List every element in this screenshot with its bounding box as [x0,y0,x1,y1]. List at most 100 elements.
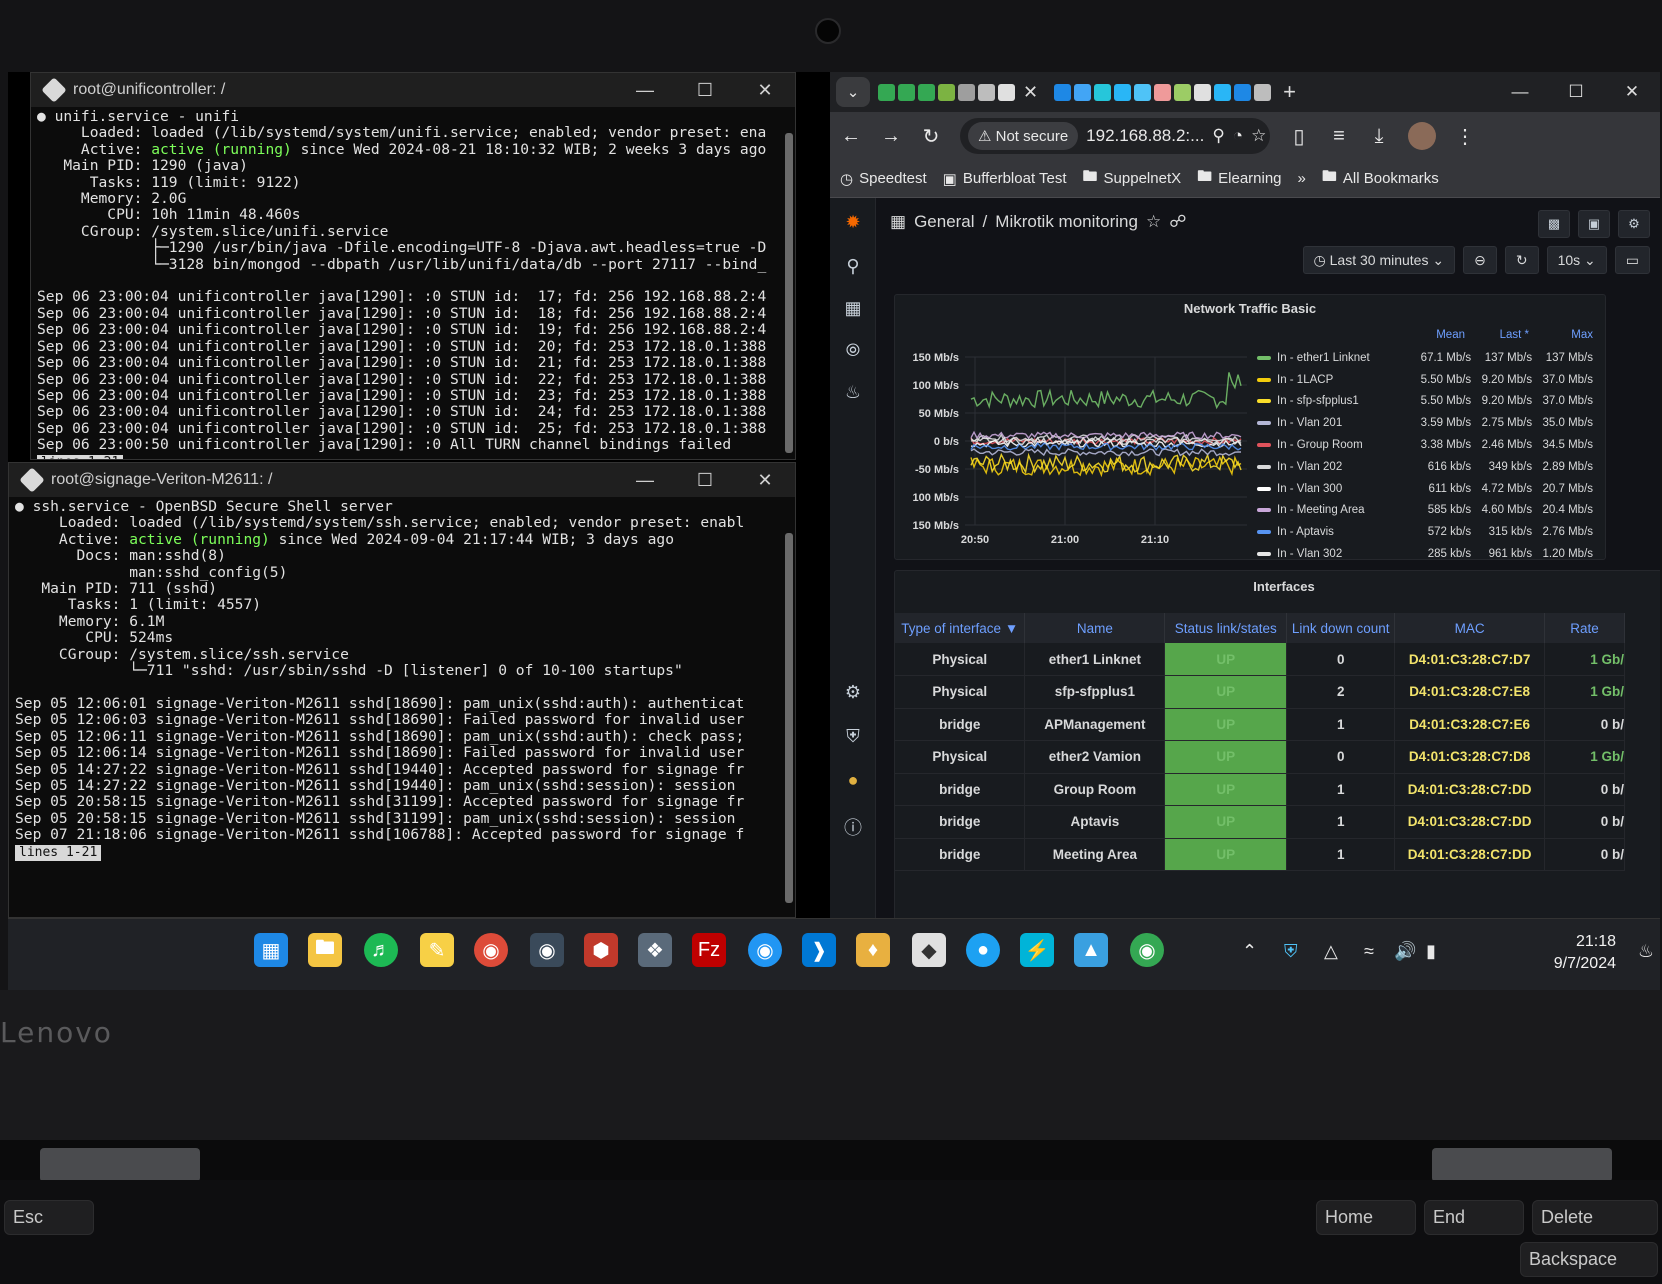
legend-item[interactable]: In - ether1 Linknet 67.1 Mb/s 137 Mb/s 137 … [1257,347,1593,369]
breadcrumb-folder[interactable]: General [914,212,974,232]
col-link-down[interactable]: Link down count [1286,613,1396,643]
vscode-icon[interactable]: ❱ [802,933,836,967]
scrollbar[interactable] [785,133,793,453]
menu-icon[interactable]: ⋮ [1454,124,1476,149]
legend-item[interactable]: In - Vlan 300 611 kb/s 4.72 Mb/s 20.7 Mb/s [1257,478,1593,500]
terminal-output[interactable]: ● ssh.service - OpenBSD Secure Shell ser… [9,497,795,863]
volume-icon[interactable]: 🔊 [1394,941,1416,962]
table-row[interactable]: bridge APManagement UP 1 D4:01:C3:28:C7:E6 0 … [895,708,1625,741]
tab-favicon-icon[interactable] [1194,83,1212,101]
tab-favicon-icon[interactable] [918,83,935,101]
bookmarks-overflow[interactable]: » [1298,170,1306,187]
legend-header-mean[interactable]: Mean [1401,329,1465,347]
profile-avatar[interactable] [1408,122,1436,150]
tab-favicon-icon[interactable] [978,83,995,101]
traffic-chart[interactable]: 150 Mb/s 100 Mb/s 50 Mb/s 0 b/s -50 Mb/s 100 … [895,295,1255,555]
table-row[interactable]: Physical ether1 Linknet UP 0 D4:01:C3:28:C7:… [895,643,1625,676]
close-button[interactable]: ✕ [735,73,795,107]
legend-item[interactable]: In - sfp-sfpplus1 5.50 Mb/s 9.20 Mb/s 37.0 … [1257,391,1593,413]
terminal-titlebar[interactable]: root@unificontroller: / — ☐ ✕ [31,73,795,107]
col-rate[interactable]: Rate [1544,613,1625,643]
interfaces-panel[interactable]: Interfaces Type of interface ▼ Name Stat… [894,570,1660,918]
col-mac[interactable]: MAC [1394,613,1546,643]
tab-favicon-icon[interactable] [958,83,975,101]
start-icon[interactable]: ▦ [254,933,288,967]
close-tab-icon[interactable]: ✕ [1023,82,1038,103]
add-panel-icon[interactable]: ▩ [1538,210,1570,238]
browser-window[interactable]: ⌄ ✕ + — ☐ ✕ ← → ↻ ⚠ Not secure 192.168.8… [830,72,1660,918]
notification-icon[interactable]: ♨ [1638,941,1654,962]
forward-icon[interactable]: → [880,125,902,148]
star-icon[interactable]: ☆ [1146,212,1161,232]
tab-favicon-icon[interactable] [1174,83,1192,101]
legend-item[interactable]: In - Group Room 3.38 Mb/s 2.46 Mb/s 34.5 Mb… [1257,434,1593,456]
legend-item[interactable]: In - 1LACP 5.50 Mb/s 9.20 Mb/s 37.0 Mb/s [1257,369,1593,391]
wifi-icon[interactable]: ≈ [1364,941,1374,962]
legend-header-max[interactable]: Max [1529,329,1593,347]
security-shield-icon[interactable]: ⛨ [1284,941,1298,962]
dashboard-title[interactable]: Mikrotik monitoring [995,212,1138,232]
legend-item[interactable]: In - Aptavis 572 kb/s 315 kb/s 2.76 Mb/s [1257,521,1593,543]
minimize-button[interactable]: — [1492,72,1548,112]
bookmark-folder-suppelnetx[interactable]: 🖿 SuppelnetX [1083,166,1182,191]
search-icon[interactable]: ⚲ [841,256,865,277]
terminal-window-unifi[interactable]: root@unificontroller: / — ☐ ✕ ● unifi.se… [30,72,796,460]
back-icon[interactable]: ← [840,125,862,148]
share-icon[interactable]: ☍ [1169,212,1186,232]
tv-mode-icon[interactable]: ▭ [1614,246,1650,274]
col-name[interactable]: Name [1024,613,1166,643]
spotify-icon[interactable]: ♬ [364,933,398,967]
new-tab-button[interactable]: + [1283,79,1296,105]
extensions-icon[interactable]: ▯ [1288,124,1310,149]
table-row[interactable]: bridge Group Room UP 1 D4:01:C3:28:C7:DD 0 b/ [895,773,1625,806]
tab-search-button[interactable]: ⌄ [836,77,870,107]
col-type[interactable]: Type of interface ▼ [895,613,1026,643]
close-button[interactable]: ✕ [1604,72,1660,112]
minimize-button[interactable]: — [615,463,675,497]
bookmark-bufferbloat[interactable]: ▣ Bufferbloat Test [943,170,1067,188]
time-range-picker[interactable]: ◷ Last 30 minutes ⌄ [1302,246,1456,274]
terminal-titlebar[interactable]: root@signage-Veriton-M2611: / — ☐ ✕ [9,463,795,497]
chrome-profile-icon[interactable]: ◉ [1130,933,1164,967]
edge-icon[interactable]: ◉ [748,933,782,967]
tab-favicon-icon[interactable] [938,83,955,101]
tab-favicon-icon[interactable] [1074,83,1092,101]
tab-favicon-icon[interactable] [1254,83,1272,101]
app-red-hex-icon[interactable]: ⬢ [584,933,618,967]
app-tag-icon[interactable]: ♦ [856,933,890,967]
terminal-output[interactable]: ● unifi.service - unifi Loaded: loaded (… [31,107,795,459]
sticky-notes-icon[interactable]: ✎ [420,933,454,967]
grafana-logo-icon[interactable]: ✹ [841,212,865,233]
explore-icon[interactable]: ⦾ [841,340,865,361]
reading-list-icon[interactable]: ≡ [1328,125,1350,148]
app-diamond-icon[interactable]: ◆ [912,933,946,967]
battery-icon[interactable]: ▮ [1426,941,1436,962]
help-icon[interactable]: ⓘ [841,814,865,840]
dashboard-settings-icon[interactable]: ⚙ [1618,210,1650,238]
maximize-button[interactable]: ☐ [1548,72,1604,112]
camera-app-icon[interactable]: ◉ [530,933,564,967]
table-row[interactable]: Physical ether2 Vamion UP 0 D4:01:C3:28:C7:D… [895,740,1625,774]
all-bookmarks[interactable]: 🖿 All Bookmarks [1322,166,1439,191]
address-bar[interactable]: ⚠ Not secure 192.168.88.2:... ⚲ ◔ ☆ [960,118,1270,154]
refresh-interval-picker[interactable]: 10s ⌄ [1546,246,1607,274]
alerting-bell-icon[interactable]: ♨ [841,382,865,403]
shield-icon[interactable]: ⛨ [841,726,865,747]
not-secure-chip[interactable]: ⚠ Not secure [968,122,1079,150]
tab-favicon-icon[interactable] [998,83,1015,101]
close-button[interactable]: ✕ [735,463,795,497]
tab-favicon-icon[interactable] [1094,83,1112,101]
tab-favicon-icon[interactable] [1114,83,1132,101]
tab-favicon-icon[interactable] [1234,83,1252,101]
app-bird-icon[interactable]: ● [966,933,1000,967]
tab-favicons[interactable] [1054,83,1272,101]
bookmark-speedtest[interactable]: ◷ Speedtest [840,170,927,188]
save-dashboard-icon[interactable]: ▣ [1578,210,1610,238]
minimize-button[interactable]: — [615,73,675,107]
filezilla-icon[interactable]: Fz [692,933,726,967]
zoom-out-time-button[interactable]: ⊖ [1463,246,1497,274]
maximize-button[interactable]: ☐ [675,463,735,497]
filter-icon[interactable]: ▼ [1005,621,1018,636]
terminal-window-signage[interactable]: root@signage-Veriton-M2611: / — ☐ ✕ ● ss… [8,462,796,918]
legend-item[interactable]: In - Vlan 302 285 kb/s 961 kb/s 1.20 Mb/s [1257,543,1593,565]
